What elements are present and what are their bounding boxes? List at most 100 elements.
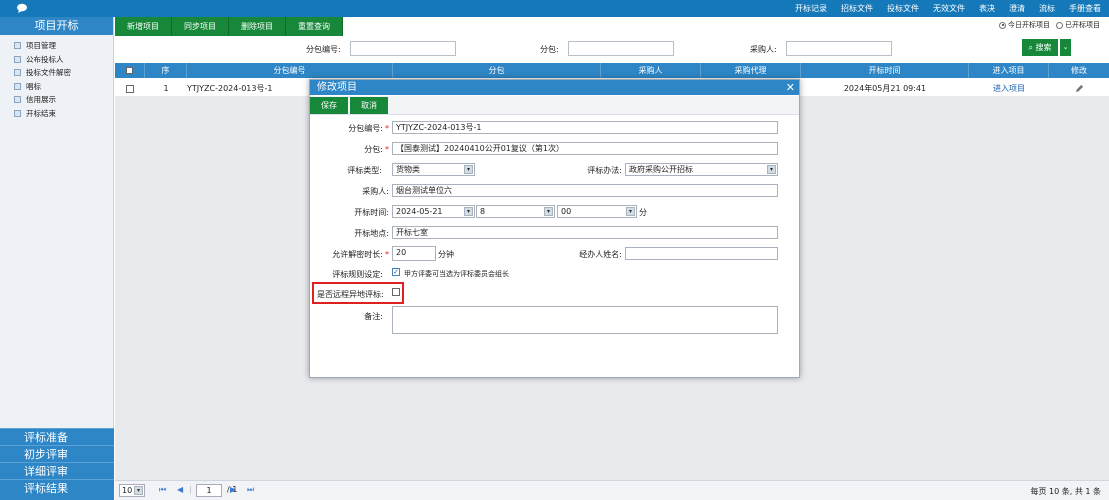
filter-pkg-no-input[interactable] [350,41,456,56]
topnav-item[interactable]: 手册查看 [1069,3,1101,14]
open-time-label: 开标时间: [354,208,389,217]
modal-title: 修改项目 [317,82,357,93]
topnav-item[interactable]: 无效文件 [933,3,965,14]
pkg-no-field[interactable]: YTJYZC-2024-013号-1 [392,121,778,134]
rule-text: 甲方评委可当选为评标委员会组长 [404,270,509,278]
place-label: 开标地点: [354,229,389,238]
search-dropdown-button[interactable]: ⌄ [1060,39,1071,56]
select-all-checkbox[interactable] [126,67,133,74]
cancel-button[interactable]: 取消 [350,97,388,114]
topnav-item[interactable]: 投标文件 [887,3,919,14]
decrypt-label-text: 允许解密时长: [332,250,383,259]
toolbar: 新增项目 同步项目 删除项目 重置查询 [115,17,343,36]
col-enter[interactable]: 进入项目 [969,63,1049,78]
reset-query-button[interactable]: 重置查询 [286,17,343,36]
handler-label: 经办人姓名: [579,250,622,259]
sidebar-section-detail[interactable]: 详细评审 [0,462,114,479]
row-open-time: 2024年05月21 09:41 [843,84,927,93]
eval-type-label: 评标类型: [347,166,382,175]
chevron-down-icon: ▾ [464,165,473,174]
col-edit[interactable]: 修改 [1049,63,1109,78]
first-page-icon[interactable]: ⏮ [159,485,166,495]
decrypt-unit: 分钟 [438,250,454,259]
open-minute-select[interactable]: 00 ▾ [557,205,637,218]
topnav-item[interactable]: 招标文件 [841,3,873,14]
col-open-time[interactable]: 开标时间 [801,63,969,78]
topnav-item[interactable]: 开标记录 [795,3,827,14]
col-pkg-no[interactable]: 分包编号 [187,63,393,78]
pkg-field[interactable]: 【国泰测试】20240410公开01复议（第1次） [392,142,778,155]
radio-today[interactable] [999,21,1006,29]
page-size-value: 10 [122,486,133,495]
row-seq: 1 [163,84,169,93]
col-seq[interactable]: 序 [145,63,187,78]
sidebar-item-sing-bid[interactable]: 唱标 [0,80,113,94]
purchaser-field[interactable]: 烟台测试单位六 [392,184,778,197]
open-hour-value: 8 [480,207,486,216]
page-number-input[interactable]: 1 [196,484,222,497]
open-hour-select[interactable]: 8 ▾ [476,205,555,218]
sidebar-item-label: 公布投标人 [26,54,64,64]
place-field[interactable]: 开标七室 [392,226,778,239]
last-page-icon[interactable]: ⏭ [247,485,254,495]
doc-icon [14,109,21,117]
chevron-down-icon: ▾ [134,486,143,495]
topnav-item[interactable]: 表决 [979,3,995,14]
delete-project-button[interactable]: 删除项目 [229,17,286,36]
sidebar-item-project-manage[interactable]: 项目管理 [0,39,113,53]
next-page-icon-glyph[interactable]: ▶ [230,485,236,494]
open-date-picker[interactable]: 2024-05-21 ▾ [392,205,475,218]
decrypt-field[interactable]: 20 [392,246,436,261]
add-project-button[interactable]: 新增项目 [115,17,172,36]
top-nav: 开标记录 招标文件 投标文件 无效文件 表决 澄清 流标 手册查看 [781,0,1101,17]
filter-pkg-input[interactable] [568,41,674,56]
enter-project-link[interactable]: 进入项目 [969,81,1049,96]
col-purchaser[interactable]: 采购人 [601,63,701,78]
decrypt-label: 允许解密时长: * [310,249,389,260]
col-agent[interactable]: 采购代理 [701,63,801,78]
highlight-box [312,282,404,304]
col-pkg[interactable]: 分包 [393,63,601,78]
sidebar-section-result[interactable]: 评标结果 [0,479,114,500]
sidebar-section-prepare[interactable]: 评标准备 [0,428,114,445]
edit-project-modal: 修改项目 ✕ 保存 取消 分包编号: * YTJYZC-2024-013号-1 分… [309,79,800,378]
handler-field[interactable] [625,247,778,260]
sidebar-title[interactable]: 项目开标 [0,17,113,35]
filter-pkg-label: 分包: [540,45,559,54]
eval-method-label: 评标办法: [587,166,622,175]
row-checkbox-cell [115,81,145,96]
row-pkg-no: YTJYZC-2024-013号-1 [187,84,273,93]
remark-textarea[interactable] [392,306,778,334]
pager: 10 ▾ ⏮ ◀ | 1 / 1 ▶ ⏭ 每页 10 条, 共 1 条 [115,480,1109,500]
sidebar-item-label: 投标文件解密 [26,68,71,78]
sidebar-section-initial[interactable]: 初步评审 [0,445,114,462]
close-icon[interactable]: ✕ [786,80,795,95]
modal-header: 修改项目 ✕ [310,80,799,95]
sidebar-item-end[interactable]: 开标结束 [0,107,113,121]
filter-pkg-no-label: 分包编号: [306,45,341,54]
pkg-label: 分包: * [310,144,389,155]
page-size-select[interactable]: 10 ▾ [119,484,145,497]
chevron-down-icon: ▾ [626,207,635,216]
search-button[interactable]: ⌕ 搜索 [1022,39,1058,56]
topnav-item[interactable]: 澄清 [1009,3,1025,14]
sidebar-item-bidders[interactable]: 公布投标人 [0,53,113,67]
prev-page-icon[interactable]: ◀ [177,485,183,494]
pager-summary: 每页 10 条, 共 1 条 [1030,487,1101,496]
doc-icon [14,42,21,50]
row-checkbox[interactable] [126,84,134,93]
sidebar-item-credit[interactable]: 信用展示 [0,93,113,107]
rule-label: 评标规则设定: [332,270,383,279]
modal-toolbar: 保存 取消 [310,96,799,115]
project-filter-radios: 今日开标项目 已开标项目 [999,20,1100,30]
edit-button[interactable] [1049,81,1109,96]
eval-type-select[interactable]: 货物类 ▾ [392,163,475,176]
radio-opened[interactable] [1056,21,1063,29]
rule-checkbox[interactable]: ✓ [392,268,400,276]
sidebar-item-decrypt[interactable]: 投标文件解密 [0,66,113,80]
sync-project-button[interactable]: 同步项目 [172,17,229,36]
topnav-item[interactable]: 流标 [1039,3,1055,14]
save-button[interactable]: 保存 [310,97,348,114]
eval-method-select[interactable]: 政府采购公开招标 ▾ [625,163,778,176]
filter-purchaser-input[interactable] [786,41,892,56]
